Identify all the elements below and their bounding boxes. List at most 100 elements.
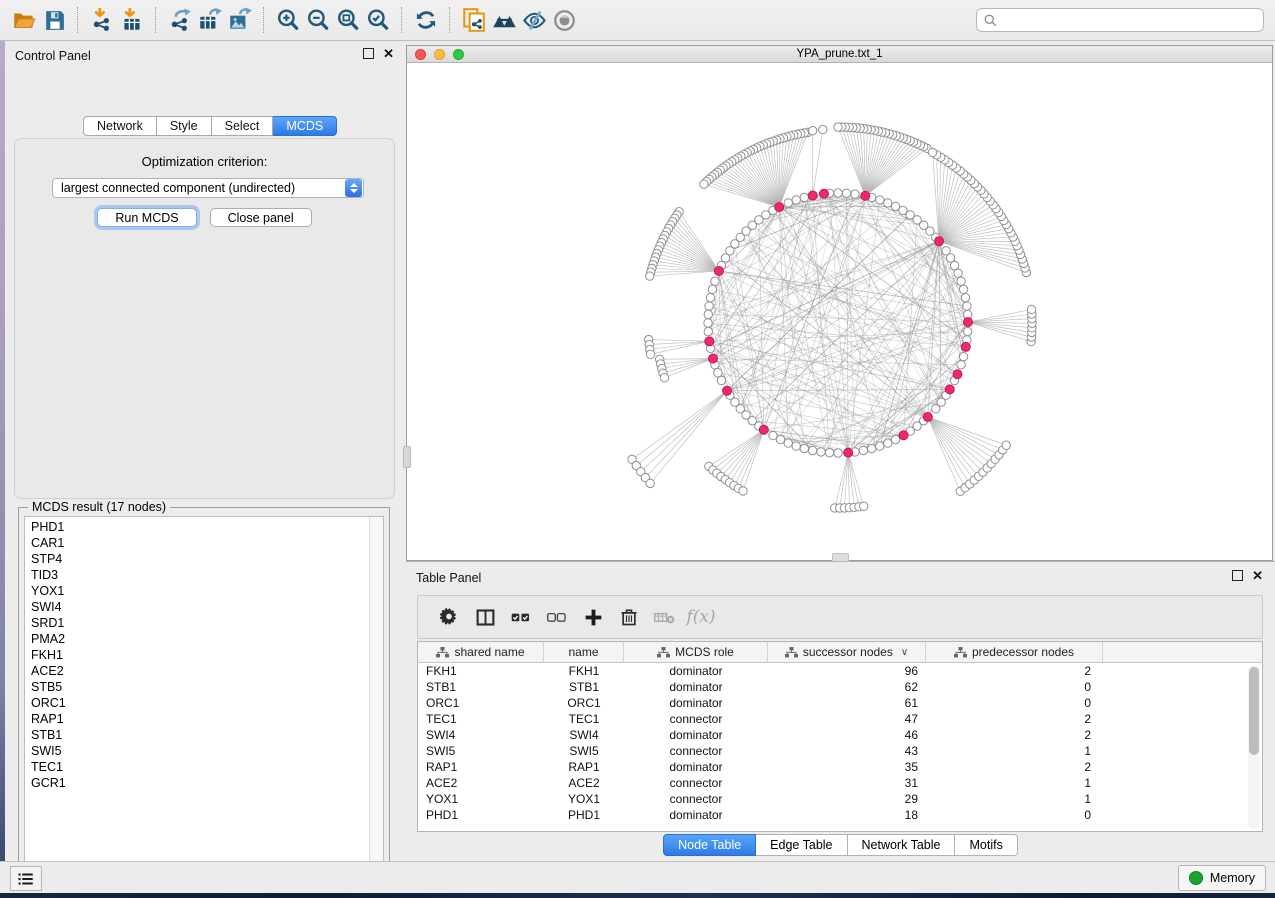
mcds-hub-node[interactable] xyxy=(953,370,962,379)
cell-successor-nodes[interactable]: 46 xyxy=(768,728,926,742)
network-node[interactable] xyxy=(842,189,850,197)
cell-successor-nodes[interactable]: 96 xyxy=(768,664,926,678)
zoom-selected-icon[interactable] xyxy=(363,5,393,35)
import-table-icon[interactable] xyxy=(117,5,147,35)
export-network-icon[interactable] xyxy=(165,5,195,35)
mcds-hub-node[interactable] xyxy=(759,425,768,434)
network-node[interactable] xyxy=(1027,305,1035,313)
table-row-PHD1[interactable]: PHD1PHD1dominator180 xyxy=(418,807,1262,823)
cell-shared-name[interactable]: YOX1 xyxy=(418,792,544,806)
cell-shared-name[interactable]: FKH1 xyxy=(418,664,544,678)
cell-successor-nodes[interactable]: 61 xyxy=(768,696,926,710)
network-node[interactable] xyxy=(705,302,713,310)
mcds-result-list[interactable]: PHD1CAR1STP4TID3YOX1SWI4SRD1PMA2FKH1ACE2… xyxy=(24,516,384,873)
network-node[interactable] xyxy=(646,479,654,487)
cell-name[interactable]: YOX1 xyxy=(544,792,624,806)
mcds-hub-node[interactable] xyxy=(819,189,828,198)
network-node[interactable] xyxy=(959,352,967,360)
cell-shared-name[interactable]: RAP1 xyxy=(418,760,544,774)
cell-name[interactable]: PHD1 xyxy=(544,808,624,822)
cell-successor-nodes[interactable]: 29 xyxy=(768,792,926,806)
cell-predecessor-nodes[interactable]: 2 xyxy=(926,664,1103,678)
cell-name[interactable]: TEC1 xyxy=(544,712,624,726)
tab-motifs[interactable]: Motifs xyxy=(955,834,1017,856)
cell-predecessor-nodes[interactable]: 0 xyxy=(926,680,1103,694)
mcds-result-item[interactable]: SWI5 xyxy=(25,743,383,759)
cell-successor-nodes[interactable]: 43 xyxy=(768,744,926,758)
tab-mcds[interactable]: MCDS xyxy=(273,116,337,136)
column-header-predecessor-nodes[interactable]: predecessor nodes xyxy=(926,642,1103,662)
cell-name[interactable]: STB1 xyxy=(544,680,624,694)
zoom-fit-icon[interactable] xyxy=(333,5,363,35)
network-node[interactable] xyxy=(717,376,725,384)
mcds-hub-node[interactable] xyxy=(945,385,954,394)
mcds-list-scrollbar[interactable] xyxy=(369,517,383,872)
network-node[interactable] xyxy=(876,442,884,450)
cell-shared-name[interactable]: STB1 xyxy=(418,680,544,694)
network-node[interactable] xyxy=(700,180,708,188)
network-node[interactable] xyxy=(959,285,967,293)
network-node[interactable] xyxy=(714,369,722,377)
table-row-SWI5[interactable]: SWI5SWI5connector431 xyxy=(418,743,1262,759)
network-window-titlebar[interactable]: YPA_prune.txt_1 xyxy=(407,46,1272,63)
mcds-result-item[interactable]: TEC1 xyxy=(25,759,383,775)
mcds-hub-node[interactable] xyxy=(723,386,732,395)
cell-name[interactable]: SWI5 xyxy=(544,744,624,758)
column-header-MCDS-role[interactable]: MCDS role xyxy=(624,642,768,662)
cell-MCDS-role[interactable]: dominator xyxy=(624,760,768,774)
show-column-icon[interactable] xyxy=(467,602,503,632)
network-node[interactable] xyxy=(957,361,965,369)
save-session-icon[interactable] xyxy=(39,5,69,35)
memory-button[interactable]: Memory xyxy=(1178,865,1266,891)
column-header-successor-nodes[interactable]: successor nodes∨ xyxy=(768,642,926,662)
refresh-icon[interactable] xyxy=(411,5,441,35)
network-node[interactable] xyxy=(792,196,800,204)
network-node[interactable] xyxy=(817,448,825,456)
cell-MCDS-role[interactable]: connector xyxy=(624,744,768,758)
close-panel-icon[interactable]: ✕ xyxy=(383,48,394,59)
network-node[interactable] xyxy=(961,293,969,301)
cell-shared-name[interactable]: TEC1 xyxy=(418,712,544,726)
function-builder-icon[interactable]: f(x) xyxy=(683,602,719,632)
export-image-icon[interactable] xyxy=(225,5,255,35)
network-node[interactable] xyxy=(859,446,867,454)
cell-name[interactable]: ORC1 xyxy=(544,696,624,710)
network-node[interactable] xyxy=(706,293,714,301)
mcds-result-item[interactable]: STB5 xyxy=(25,679,383,695)
cell-predecessor-nodes[interactable]: 2 xyxy=(926,728,1103,742)
close-table-panel-icon[interactable]: ✕ xyxy=(1252,570,1263,581)
float-panel-icon[interactable] xyxy=(363,48,374,59)
mcds-result-item[interactable]: TID3 xyxy=(25,567,383,583)
mcds-hub-node[interactable] xyxy=(705,337,714,346)
cell-MCDS-role[interactable]: dominator xyxy=(624,664,768,678)
cell-shared-name[interactable]: PHD1 xyxy=(418,808,544,822)
cell-predecessor-nodes[interactable]: 2 xyxy=(926,712,1103,726)
column-header-shared-name[interactable]: shared name xyxy=(418,642,544,662)
cell-predecessor-nodes[interactable]: 1 xyxy=(926,792,1103,806)
zoom-out-icon[interactable] xyxy=(303,5,333,35)
table-row-YOX1[interactable]: YOX1YOX1connector291 xyxy=(418,791,1262,807)
network-graph[interactable] xyxy=(407,63,1272,560)
network-node[interactable] xyxy=(867,444,875,452)
cell-name[interactable]: FKH1 xyxy=(544,664,624,678)
cell-successor-nodes[interactable]: 47 xyxy=(768,712,926,726)
cell-shared-name[interactable]: SWI5 xyxy=(418,744,544,758)
mcds-hub-node[interactable] xyxy=(961,342,970,351)
network-node[interactable] xyxy=(884,199,892,207)
cell-MCDS-role[interactable]: connector xyxy=(624,776,768,790)
tab-node-table[interactable]: Node Table xyxy=(663,834,756,856)
network-node[interactable] xyxy=(963,302,971,310)
mcds-result-item[interactable]: PHD1 xyxy=(25,519,383,535)
vertical-splitter-handle[interactable] xyxy=(403,446,411,468)
mcds-result-item[interactable]: ORC1 xyxy=(25,695,383,711)
network-node[interactable] xyxy=(860,502,868,510)
table-scrollbar-thumb[interactable] xyxy=(1249,667,1259,755)
mcds-result-item[interactable]: STP4 xyxy=(25,551,383,567)
import-network-icon[interactable] xyxy=(87,5,117,35)
cell-successor-nodes[interactable]: 35 xyxy=(768,760,926,774)
task-history-button[interactable] xyxy=(10,866,42,891)
network-node[interactable] xyxy=(660,374,668,382)
mcds-result-item[interactable]: FKH1 xyxy=(25,647,383,663)
cell-shared-name[interactable]: SWI4 xyxy=(418,728,544,742)
mcds-result-item[interactable]: PMA2 xyxy=(25,631,383,647)
